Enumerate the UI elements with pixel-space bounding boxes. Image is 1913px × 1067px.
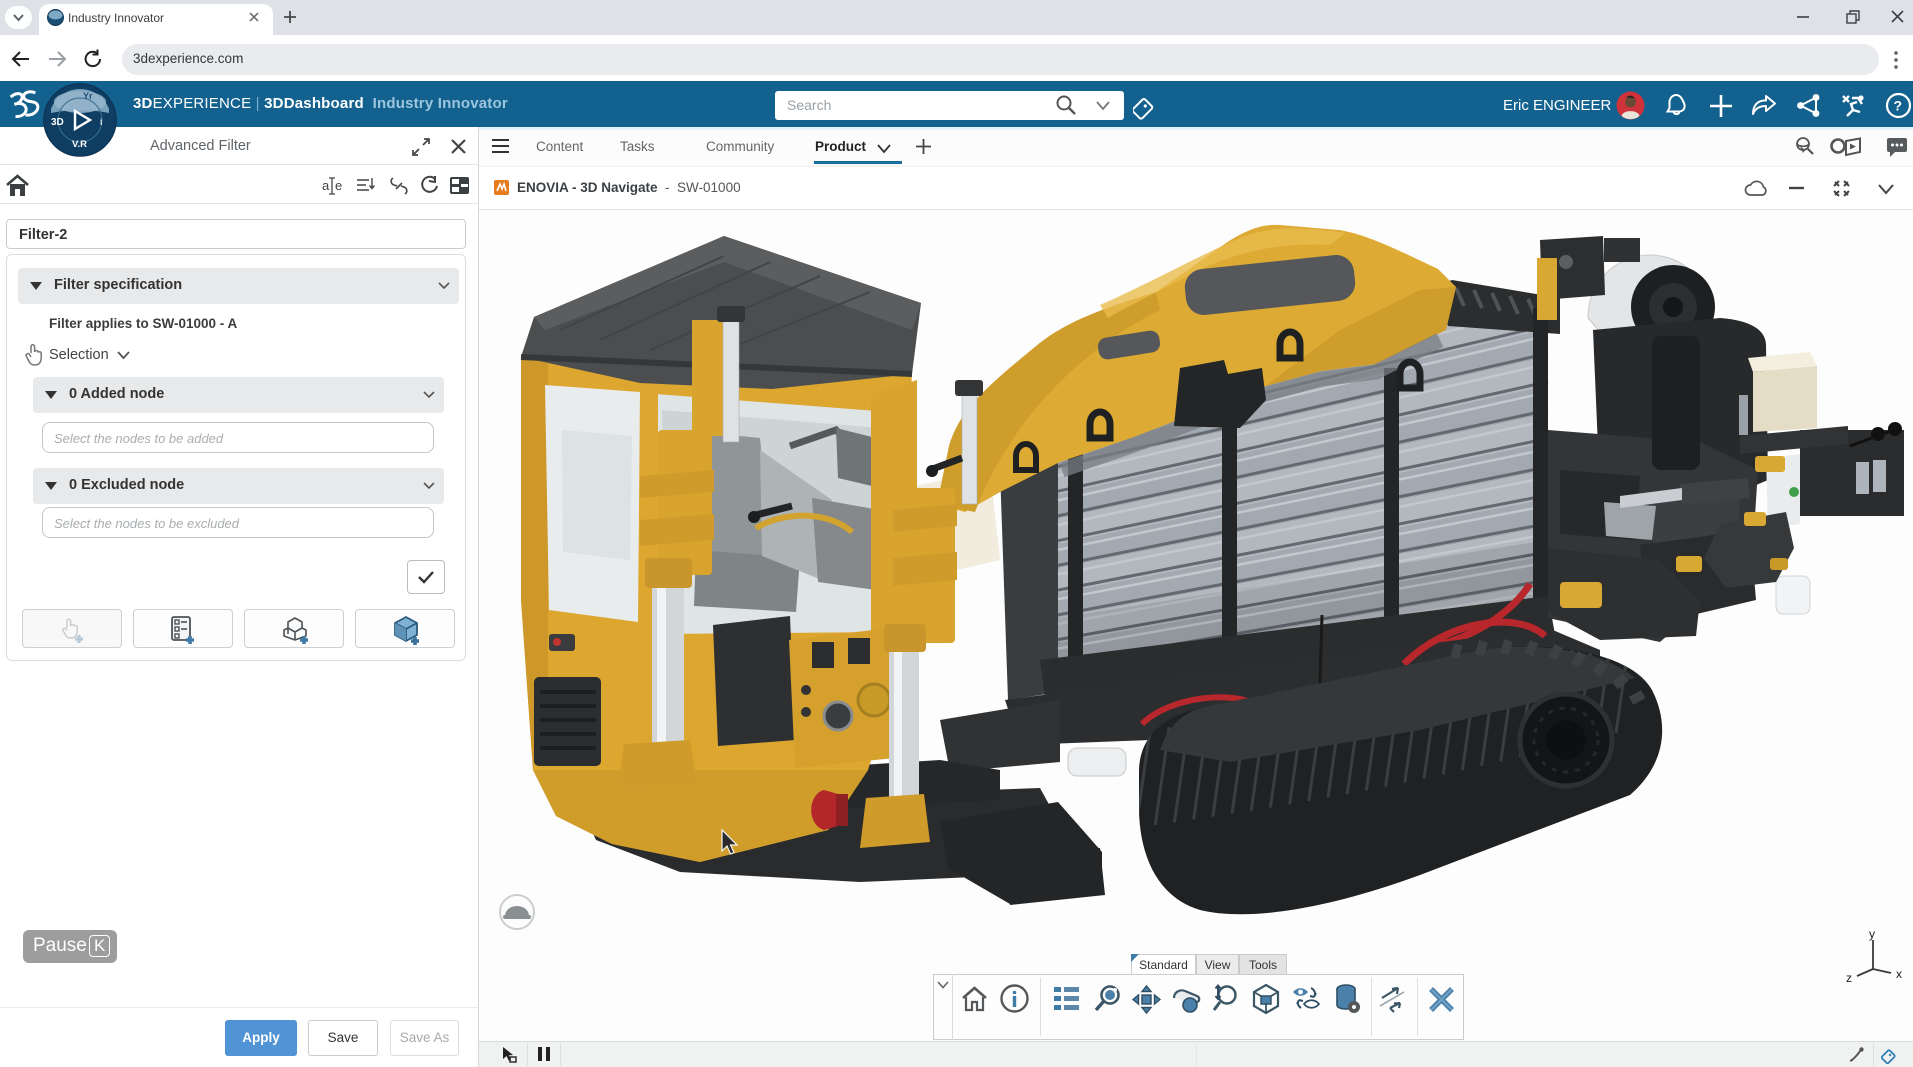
svg-text:a: a: [322, 178, 330, 193]
svg-text:z: z: [1846, 971, 1852, 985]
svg-text:3D: 3D: [51, 117, 64, 128]
svg-text:i: i: [100, 117, 103, 127]
svg-text:?: ?: [1894, 98, 1903, 114]
svg-text:y: y: [1869, 927, 1875, 941]
svg-text:V.R: V.R: [72, 139, 87, 150]
svg-text:e: e: [335, 178, 342, 193]
svg-text:x: x: [1896, 967, 1902, 981]
svg-text:Yr: Yr: [83, 91, 93, 101]
